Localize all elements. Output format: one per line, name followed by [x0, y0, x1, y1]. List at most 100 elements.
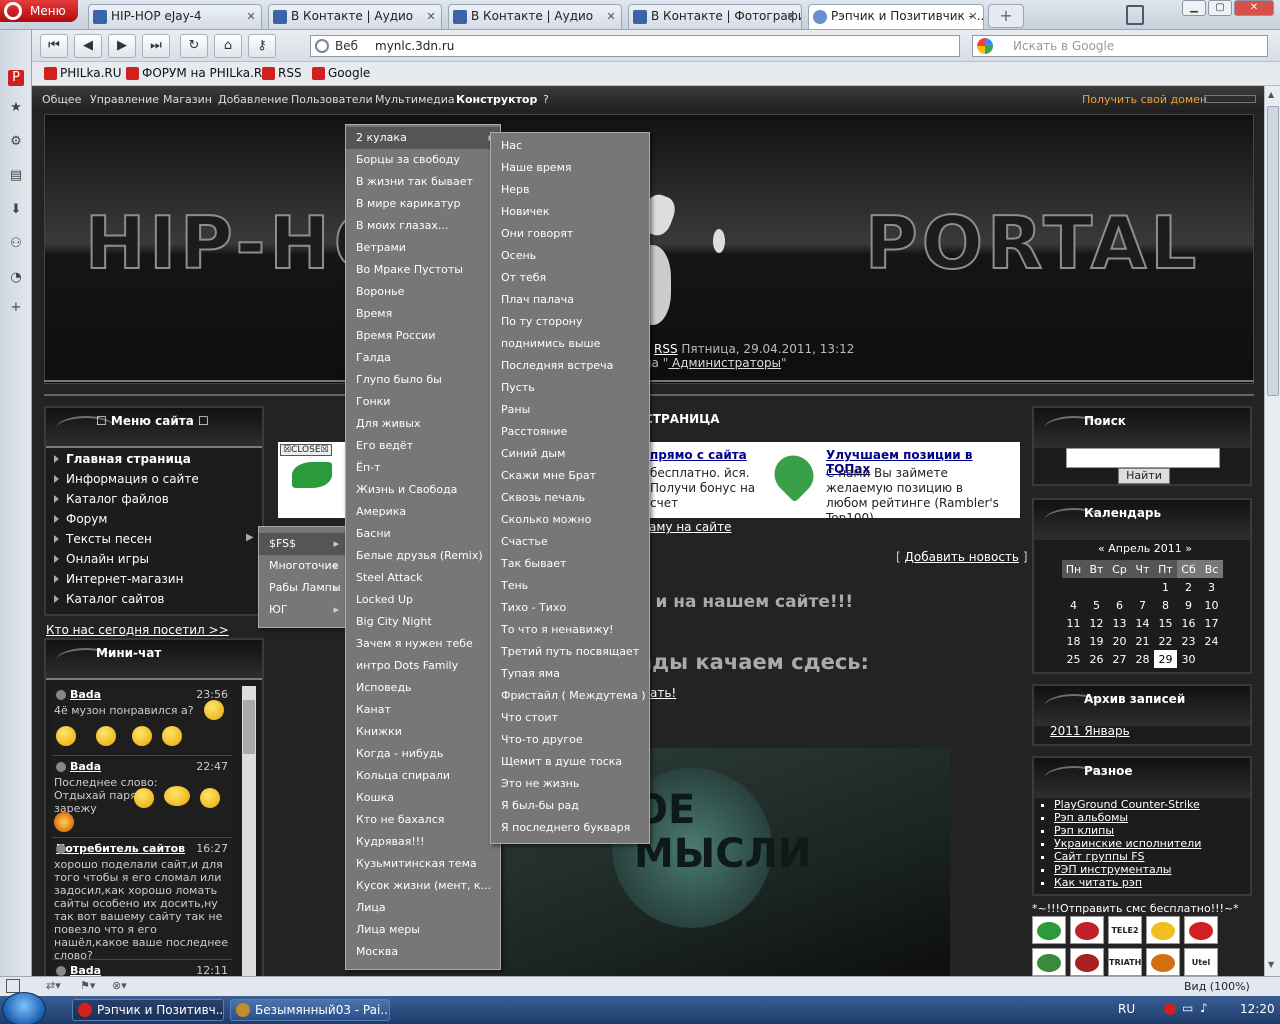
sms-operator-button[interactable]: Utel	[1184, 948, 1218, 976]
history-clock-icon[interactable]: ◔	[8, 270, 24, 286]
scroll-up-icon[interactable]: ▲	[1268, 90, 1274, 99]
submenu-item[interactable]: Борцы за свободу	[346, 149, 500, 171]
submenu-item[interactable]: Скажи мне Брат	[491, 465, 649, 487]
submenu-item[interactable]: Лица	[346, 897, 500, 919]
submenu-item[interactable]: Сквозь печаль	[491, 487, 649, 509]
taskbar-paint[interactable]: Безымянный03 - Pai...	[230, 999, 390, 1021]
zoom-indicator[interactable]: Вид (100%)	[1184, 980, 1250, 993]
admin-menu-add[interactable]: Добавление	[218, 93, 288, 106]
calendar-day[interactable]: 18	[1062, 632, 1085, 650]
calendar-day[interactable]: 28	[1131, 650, 1154, 668]
sms-operator-button[interactable]	[1070, 916, 1104, 944]
start-button[interactable]	[2, 992, 46, 1024]
sms-operator-button[interactable]	[1032, 948, 1066, 976]
submenu-item[interactable]: Время	[346, 303, 500, 325]
admin-menu-help[interactable]: ?	[543, 93, 549, 106]
forward-button[interactable]: ▶	[108, 34, 136, 58]
tab-hiphop-ejay[interactable]: HIP-HOP eJay-4 ✕	[88, 4, 262, 29]
submenu-item[interactable]: Гонки	[346, 391, 500, 413]
menu-files[interactable]: Каталог файлов	[54, 492, 169, 506]
calendar-day[interactable]: 20	[1108, 632, 1131, 650]
submenu-item[interactable]: Басни	[346, 523, 500, 545]
misc-link[interactable]: Рэп клипы	[1054, 824, 1201, 837]
sms-operator-button[interactable]	[1146, 948, 1180, 976]
chat-nick[interactable]: Потребитель сайтов	[56, 842, 185, 855]
submenu-item[interactable]: Нас	[491, 135, 649, 157]
calendar-day[interactable]: 21	[1131, 632, 1154, 650]
submenu-item[interactable]: Исповедь	[346, 677, 500, 699]
sms-operator-button[interactable]: TELE2	[1108, 916, 1142, 944]
downloads-icon[interactable]: ⬇	[8, 202, 24, 218]
submenu-item[interactable]: Расстояние	[491, 421, 649, 443]
calendar-day[interactable]: 30	[1177, 650, 1200, 668]
rss-link[interactable]: RSS	[654, 342, 678, 356]
calendar-day[interactable]: 29	[1154, 650, 1177, 668]
submenu-item[interactable]: В жизни так бывает	[346, 171, 500, 193]
submenu-item[interactable]: В мире карикатур	[346, 193, 500, 215]
submenu-item[interactable]: Нерв	[491, 179, 649, 201]
close-tab-icon[interactable]: ✕	[785, 11, 797, 23]
submenu-item[interactable]: Тупая яма	[491, 663, 649, 685]
submenu-item[interactable]: интро Dots Family	[346, 655, 500, 677]
add-panel-icon[interactable]: +	[8, 300, 24, 316]
calendar-day[interactable]: 6	[1108, 596, 1131, 614]
submenu-item[interactable]: Канат	[346, 699, 500, 721]
menu-about[interactable]: Информация о сайте	[54, 472, 199, 486]
bookmark-philka-forum[interactable]: ФОРУМ на PHILka.RU	[126, 66, 271, 80]
submenu-item[interactable]: Я был-бы рад	[491, 795, 649, 817]
submenu-item[interactable]: Третий путь посвящает	[491, 641, 649, 663]
submenu-item[interactable]: Steel Attack	[346, 567, 500, 589]
sms-operator-button[interactable]	[1184, 916, 1218, 944]
menu-shop[interactable]: Интернет-магазин	[54, 572, 183, 586]
language-indicator[interactable]: RU	[1118, 1002, 1135, 1016]
submenu-item[interactable]: Москва	[346, 941, 500, 963]
calendar-day[interactable]: 13	[1108, 614, 1131, 632]
submenu-item[interactable]: Рабы Лампы ▸	[259, 577, 345, 599]
scroll-down-icon[interactable]: ▼	[1268, 960, 1274, 969]
calendar-day[interactable]	[1200, 650, 1223, 668]
bookmark-rss[interactable]: RSS	[262, 66, 302, 80]
chat-scroll-thumb[interactable]	[243, 700, 255, 754]
chat-nick[interactable]: Bada	[56, 760, 101, 773]
close-tab-icon[interactable]: ✕	[967, 11, 979, 23]
ad1-title[interactable]: прямо с сайта	[650, 448, 747, 462]
submenu-item[interactable]: Синий дым	[491, 443, 649, 465]
admin-slider[interactable]	[1204, 95, 1256, 103]
submenu-item[interactable]: Что стоит	[491, 707, 649, 729]
misc-link[interactable]: Украинские исполнители	[1054, 837, 1201, 850]
calendar-day[interactable]: 12	[1085, 614, 1108, 632]
sms-operator-button[interactable]	[1070, 948, 1104, 976]
close-tab-icon[interactable]: ✕	[605, 11, 617, 23]
add-news-link[interactable]: Добавить новость	[905, 550, 1019, 564]
calendar-day[interactable]: 10	[1200, 596, 1223, 614]
submenu-item[interactable]: Время России	[346, 325, 500, 347]
calendar-day[interactable]: 17	[1200, 614, 1223, 632]
taskbar-opera[interactable]: Рэпчик и Позитивч...	[72, 999, 224, 1021]
submenu-item[interactable]: По ту сторону	[491, 311, 649, 333]
admin-menu-multimedia[interactable]: Мультимедиа	[375, 93, 455, 106]
submenu-item[interactable]: Ёп-т	[346, 457, 500, 479]
misc-link[interactable]: РЭП инструменталы	[1054, 863, 1201, 876]
tray-opera-icon[interactable]	[1164, 1003, 1176, 1015]
calendar-day[interactable]: 15	[1154, 614, 1177, 632]
tray-volume-icon[interactable]: ♪	[1200, 1001, 1208, 1015]
sms-operator-button[interactable]: TRIATHL	[1108, 948, 1146, 976]
calendar-day[interactable]: 7	[1131, 596, 1154, 614]
visitors-link[interactable]: Кто нас сегодня посетил >>	[46, 623, 229, 637]
submenu-item[interactable]: Счастье	[491, 531, 649, 553]
calendar-next-button[interactable]: »	[1185, 542, 1192, 555]
submenu-item[interactable]: В моих глазах...	[346, 215, 500, 237]
chat-scrollbar[interactable]	[242, 686, 256, 976]
reload-button[interactable]: ↻	[180, 34, 208, 58]
chat-nick[interactable]: Bada	[56, 964, 101, 976]
submenu-item[interactable]: Так бывает	[491, 553, 649, 575]
submenu-item[interactable]: Воронье	[346, 281, 500, 303]
minimize-button[interactable]: ▁	[1182, 0, 1206, 16]
scroll-thumb[interactable]	[1267, 106, 1279, 396]
submenu-item[interactable]: Галда	[346, 347, 500, 369]
admin-menu-constructor[interactable]: Конструктор	[456, 93, 537, 106]
tab-vk-audio-1[interactable]: В Контакте | Аудио ✕	[268, 4, 442, 29]
submenu-item[interactable]: Они говорят	[491, 223, 649, 245]
calendar-day[interactable]	[1108, 578, 1131, 596]
bookmarks-star-icon[interactable]: ★	[8, 100, 24, 116]
